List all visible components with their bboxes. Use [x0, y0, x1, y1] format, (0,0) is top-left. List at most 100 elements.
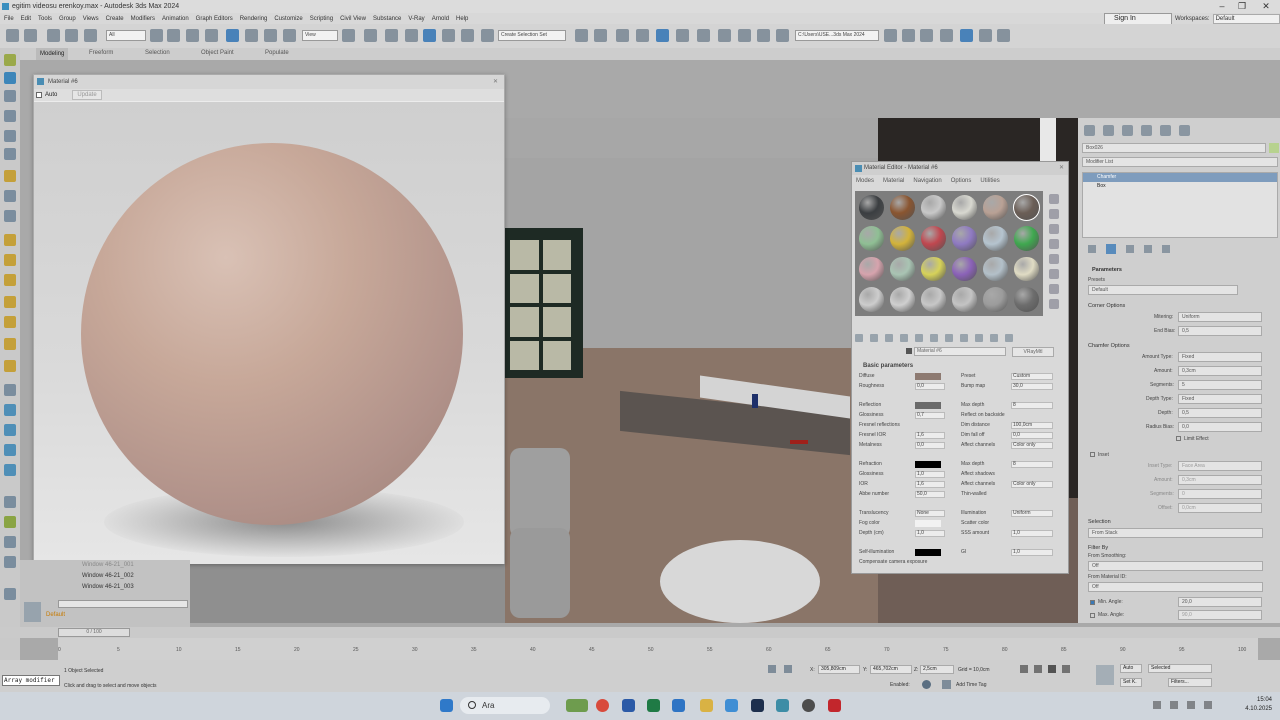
object-color-swatch[interactable] — [1269, 143, 1279, 153]
time-slider[interactable]: 0 / 100 — [58, 628, 130, 637]
color-swatch[interactable] — [915, 402, 941, 410]
from-smoothing-dropdown[interactable]: Off — [1088, 561, 1263, 571]
go-to-parent-icon[interactable] — [990, 334, 998, 342]
spinner-snap-icon[interactable] — [461, 29, 474, 42]
undo-icon[interactable] — [6, 29, 19, 42]
widgets-icon[interactable] — [566, 699, 588, 712]
stack-item-chamfer[interactable]: Chamfer — [1083, 173, 1277, 182]
offset-spinner[interactable]: 0,0cm — [1178, 503, 1262, 513]
filter-icon[interactable] — [4, 148, 16, 160]
tab-object-paint[interactable]: Object Paint — [201, 50, 234, 56]
object-name-field[interactable]: Box026 — [1082, 143, 1266, 153]
menu-edit[interactable]: Edit — [21, 16, 31, 22]
layer-icon[interactable] — [24, 602, 41, 622]
particles-icon[interactable] — [4, 338, 16, 350]
pin-stack-icon[interactable] — [1088, 245, 1096, 253]
parameter-value[interactable]: 0,0 — [915, 382, 945, 390]
material-slot[interactable] — [983, 287, 1008, 312]
material-slot[interactable] — [921, 225, 946, 251]
toggle-layer-explorer-icon[interactable] — [636, 29, 649, 42]
material-slot[interactable] — [952, 256, 977, 282]
next-frame-icon[interactable] — [1062, 665, 1070, 673]
inset-type-dropdown[interactable]: Face Area — [1178, 461, 1262, 471]
utilities-tab-icon[interactable] — [1179, 124, 1190, 136]
material-slot[interactable] — [921, 256, 946, 282]
menu-views[interactable]: Views — [83, 16, 99, 22]
create-icon[interactable] — [4, 54, 16, 66]
parameter-value[interactable]: 1,0 — [915, 470, 945, 478]
vray-toolbar-icon[interactable] — [884, 29, 897, 42]
parameter-value[interactable]: 30,0 — [1011, 382, 1053, 390]
render-setup-icon[interactable] — [738, 29, 751, 42]
color-swatch[interactable] — [915, 461, 941, 469]
inset-checkbox[interactable] — [1090, 452, 1095, 457]
backlight-icon[interactable] — [1049, 209, 1059, 219]
move-gizmo-icon[interactable] — [752, 394, 758, 408]
parameter-value[interactable]: Color only — [1011, 480, 1053, 488]
material-slot[interactable] — [921, 287, 946, 312]
close-icon[interactable]: ✕ — [1256, 1, 1276, 12]
lock-selection-icon[interactable] — [784, 665, 792, 673]
min-angle-checkbox[interactable] — [1090, 600, 1095, 605]
spacewarps-icon[interactable] — [4, 274, 16, 286]
remove-modifier-icon[interactable] — [1144, 245, 1152, 253]
mitering-dropdown[interactable]: Uniform — [1178, 312, 1262, 322]
play-icon[interactable] — [1048, 665, 1056, 673]
lights-icon[interactable] — [4, 170, 16, 182]
color-swatch[interactable] — [915, 519, 941, 527]
menu-create[interactable]: Create — [106, 16, 124, 22]
update-button[interactable]: Update — [72, 90, 102, 100]
material-slot[interactable] — [983, 195, 1008, 220]
groups-icon[interactable] — [4, 360, 16, 372]
lock-icon[interactable] — [4, 536, 16, 548]
acrobat-icon[interactable] — [828, 699, 841, 712]
parameter-value[interactable]: 8 — [1011, 402, 1053, 410]
workspace-dropdown[interactable]: Default — [1212, 14, 1280, 24]
adaptive-degradation-icon[interactable] — [922, 680, 931, 689]
menu-navigation[interactable]: Navigation — [913, 178, 941, 184]
options-icon[interactable] — [1049, 284, 1059, 294]
x-coordinate[interactable]: 305,809cm — [818, 665, 860, 674]
placement-icon[interactable] — [283, 29, 296, 42]
mirror-icon[interactable] — [575, 29, 588, 42]
set-key-button[interactable]: Set K. — [1120, 678, 1142, 687]
menu-tools[interactable]: Tools — [38, 16, 52, 22]
material-slot[interactable] — [983, 225, 1008, 251]
window-crossing-icon[interactable] — [205, 29, 218, 42]
min-angle-spinner[interactable]: 20,0 — [1178, 597, 1262, 607]
z-coordinate[interactable]: 2,5cm — [920, 665, 954, 674]
list-item[interactable]: Window 46-21_001 — [20, 560, 190, 571]
edge-icon[interactable] — [725, 699, 738, 712]
maxscript-listener-input[interactable]: Array modifier — [2, 675, 60, 686]
limit-effect-checkbox[interactable] — [1176, 436, 1181, 441]
depth-type-dropdown[interactable]: Fixed — [1178, 394, 1262, 404]
geometry-icon[interactable] — [4, 254, 16, 266]
amount-spinner[interactable]: 0,3cm — [1178, 366, 1262, 376]
sort-icon[interactable] — [4, 130, 16, 142]
3ds-max-icon[interactable] — [776, 699, 789, 712]
rotate-icon[interactable] — [245, 29, 258, 42]
show-end-result-icon[interactable] — [1106, 244, 1116, 254]
current-layer[interactable]: Default — [44, 612, 190, 622]
rect-selection-icon[interactable] — [186, 29, 199, 42]
isolate-icon[interactable] — [768, 665, 776, 673]
project-folder-dropdown[interactable]: C:\Users\USE...3ds Max 2024 — [795, 30, 879, 41]
material-slot[interactable] — [859, 225, 884, 251]
redo-icon[interactable] — [24, 29, 37, 42]
menu-group[interactable]: Group — [59, 16, 76, 22]
outlook-icon[interactable] — [672, 699, 685, 712]
menu-utilities[interactable]: Utilities — [980, 178, 999, 184]
from-material-dropdown[interactable]: Off — [1088, 582, 1263, 592]
vray-fur-icon[interactable] — [940, 29, 953, 42]
maximize-icon[interactable]: ❐ — [1232, 1, 1252, 12]
toggle-scene-explorer-icon[interactable] — [616, 29, 629, 42]
containers-icon[interactable] — [4, 404, 16, 416]
parameters-rollout[interactable]: Parameters — [1092, 267, 1122, 273]
material-slot[interactable] — [983, 256, 1008, 282]
material-type-button[interactable]: VRayMtl — [1012, 347, 1054, 357]
make-preview-icon[interactable] — [1049, 269, 1059, 279]
inset-amount-spinner[interactable]: 0,3cm — [1178, 475, 1262, 485]
gizmo-x-axis-icon[interactable] — [790, 440, 808, 444]
material-slot[interactable] — [859, 287, 884, 312]
menu-help[interactable]: Help — [456, 16, 468, 22]
